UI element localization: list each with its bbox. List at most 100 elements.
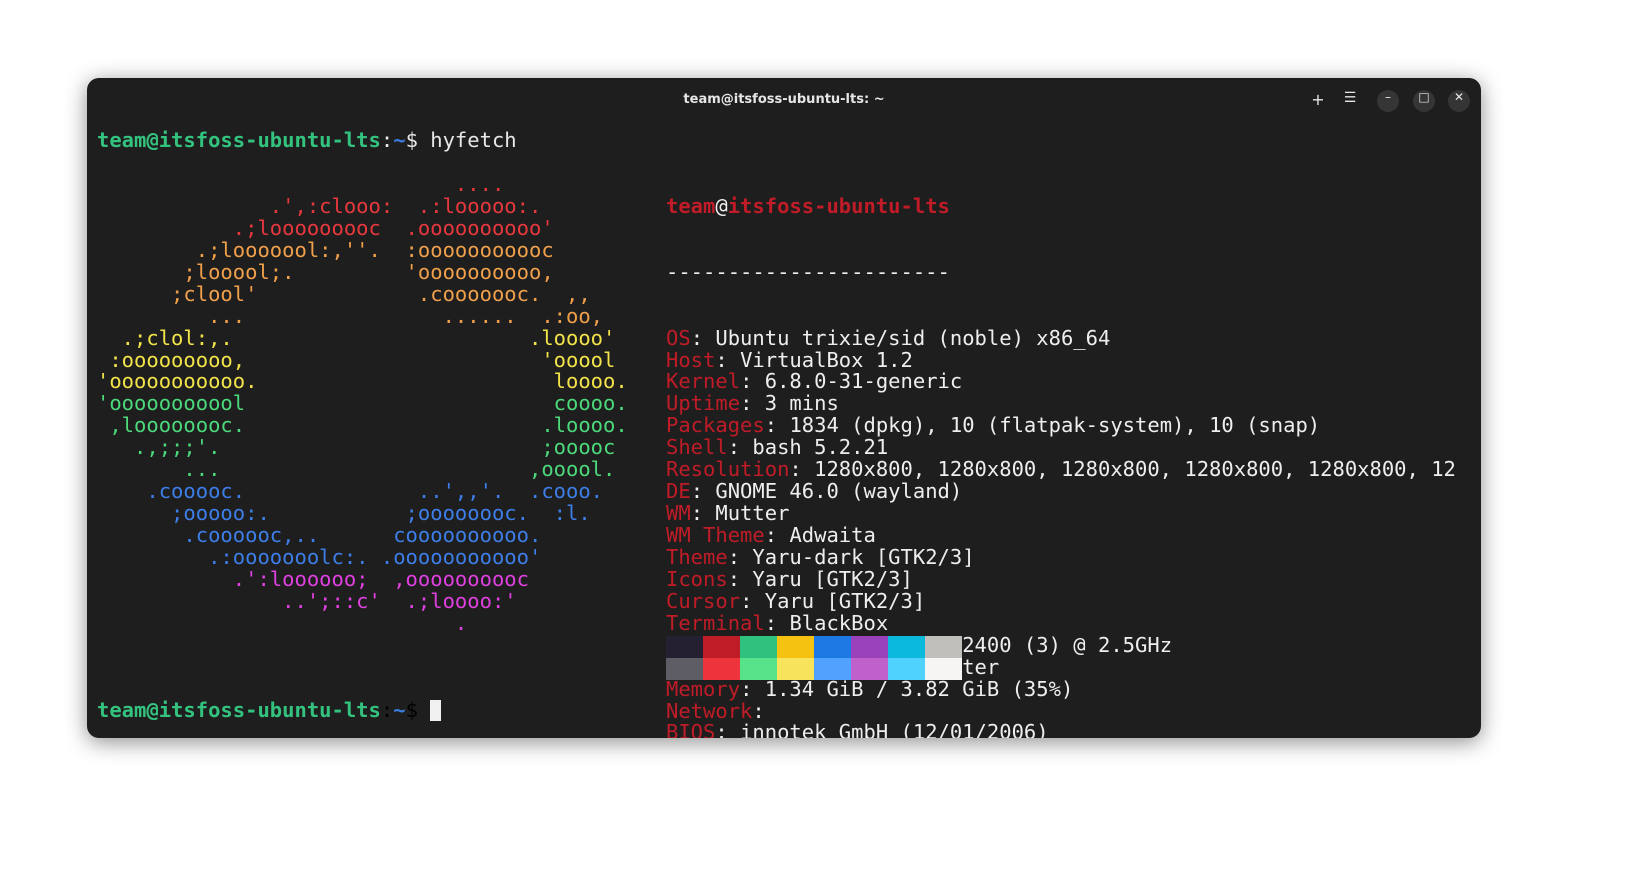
info-row: Network:: [666, 698, 1456, 723]
prompt-symbol: $: [405, 698, 431, 722]
info-colon: :: [690, 479, 716, 504]
info-value: GNOME 46.0 (wayland): [715, 479, 963, 504]
ascii-art-line: .: [97, 610, 468, 635]
info-row: WM Theme: Adwaita: [666, 523, 1456, 548]
palette-swatch: [888, 636, 925, 658]
info-colon: :: [740, 588, 765, 613]
palette-swatch: [666, 658, 703, 680]
info-row: Packages: 1834 (dpkg), 10 (flatpak-syste…: [666, 413, 1456, 438]
active-prompt[interactable]: team@itsfoss-ubuntu-lts:~$: [97, 698, 442, 722]
info-colon: :: [727, 566, 753, 591]
info-separator: -----------------------: [666, 259, 950, 284]
info-row: Memory: 1.34 GiB / 3.82 GiB (35%): [666, 676, 1456, 701]
new-tab-button[interactable]: +: [1307, 90, 1329, 112]
prompt-sep: :: [380, 698, 394, 722]
ascii-art-line: ..';::c' .;loooo:': [97, 588, 517, 613]
menu-button[interactable]: ☰: [1339, 90, 1361, 112]
ascii-art-line: ;clool' .cooooooc. ,,: [97, 281, 591, 306]
info-key: Network: [666, 698, 753, 723]
palette-swatch: [851, 636, 888, 658]
ascii-art-line: .',:clooo: .:looooo:.: [97, 193, 542, 218]
command-line: team@itsfoss-ubuntu-lts:~$ hyfetch: [97, 128, 517, 152]
ascii-art-line: ....: [97, 172, 505, 196]
info-row: Uptime: 3 mins: [666, 392, 1456, 415]
ascii-art-line: 'ooooooooooo. loooo.: [97, 369, 628, 394]
palette-swatch: [925, 636, 962, 658]
info-colon: :: [715, 720, 741, 738]
prompt-user-host: team@itsfoss-ubuntu-lts: [97, 128, 381, 152]
info-row: OS: Ubuntu trixie/sid (noble) x86_64: [666, 325, 1456, 350]
palette-swatch: [851, 658, 888, 680]
title-bar[interactable]: team@itsfoss-ubuntu-lts: ~ + ☰ – □ ✕: [87, 78, 1481, 124]
ascii-art-line: ;ooooo:. ;oooooooc. :l.: [97, 501, 591, 526]
info-colon: :: [715, 347, 741, 372]
palette-swatch: [703, 636, 740, 658]
info-key: Theme: [666, 544, 728, 569]
info-row: Resolution: 1280x800, 1280x800, 1280x800…: [666, 457, 1456, 482]
info-row: DE: GNOME 46.0 (wayland): [666, 479, 1456, 504]
command-text: hyfetch: [430, 128, 517, 152]
ascii-art-line: .;clol:,. .loooo': [97, 325, 616, 350]
palette-swatch: [777, 658, 814, 680]
info-row: Host: VirtualBox 1.2: [666, 347, 1456, 372]
info-key: OS: [666, 325, 691, 350]
info-value: 1280x800, 1280x800, 1280x800, 1280x800, …: [814, 457, 1456, 482]
ascii-art-line: ... ...... .:oo,: [97, 303, 604, 328]
palette-swatch: [703, 658, 740, 680]
prompt-user-host: team@itsfoss-ubuntu-lts: [97, 698, 381, 722]
info-key: Resolution: [666, 457, 790, 482]
info-colon: :: [752, 698, 778, 723]
info-colon: :: [727, 435, 753, 460]
info-key: Packages: [666, 413, 765, 438]
info-key: Kernel: [666, 369, 741, 394]
close-button[interactable]: ✕: [1448, 90, 1470, 112]
info-row: Terminal: BlackBox: [666, 610, 1456, 635]
ascii-art-line: .coooooc,.. coooooooooo.: [97, 523, 542, 547]
palette-swatch: [777, 636, 814, 658]
text-cursor: [430, 700, 442, 721]
palette-swatch: [925, 658, 962, 680]
info-colon: :: [764, 413, 790, 438]
info-user: team: [666, 193, 716, 218]
maximize-button[interactable]: □: [1413, 90, 1435, 112]
prompt-symbol: $: [405, 128, 431, 152]
info-colon: :: [690, 501, 716, 526]
info-value: Adwaita: [789, 523, 876, 548]
info-colon: :: [740, 676, 765, 701]
ascii-art-line: .,;;;'. ;ooooc: [97, 435, 616, 460]
info-value: Mutter: [715, 501, 790, 526]
info-key: Host: [666, 347, 716, 372]
info-key: BIOS: [666, 720, 716, 738]
info-value: Yaru [GTK2/3]: [752, 566, 913, 591]
palette-swatch: [888, 658, 925, 680]
terminal-window: team@itsfoss-ubuntu-lts: ~ + ☰ – □ ✕ tea…: [87, 78, 1481, 738]
ascii-art-line: .':loooooo; ,oooooooooc: [97, 566, 529, 591]
ascii-logo: .... .',:clooo: .:looooo:. .;looooooooc …: [97, 172, 628, 635]
info-colon: :: [764, 523, 790, 548]
info-row: Icons: Yaru [GTK2/3]: [666, 566, 1456, 591]
info-colon: :: [789, 457, 815, 482]
info-row: Cursor: Yaru [GTK2/3]: [666, 588, 1456, 613]
info-row: WM: Mutter: [666, 501, 1456, 526]
prompt-path: ~: [393, 128, 406, 152]
info-key: WM Theme: [666, 523, 765, 548]
palette-swatch: [814, 636, 851, 658]
info-key: DE: [666, 479, 691, 504]
prompt-sep: :: [380, 128, 394, 152]
info-row: Theme: Yaru-dark [GTK2/3]: [666, 544, 1456, 569]
window-title: team@itsfoss-ubuntu-lts: ~: [683, 92, 885, 107]
info-row: Shell: bash 5.2.21: [666, 435, 1456, 460]
palette-swatch: [740, 636, 777, 658]
info-key: Terminal: [666, 610, 765, 635]
ascii-art-line: :ooooooooo, 'ooool: [97, 347, 616, 372]
info-at: @: [715, 193, 728, 218]
info-row: BIOS: innotek GmbH (12/01/2006): [666, 720, 1456, 738]
minimize-button[interactable]: –: [1377, 90, 1399, 112]
info-key: Cursor: [666, 588, 741, 613]
info-value: 1834 (dpkg), 10 (flatpak-system), 10 (sn…: [789, 413, 1321, 438]
info-key: Memory: [666, 676, 741, 701]
info-colon: :: [764, 610, 790, 635]
ascii-art-line: 'ooooooooool coooo.: [97, 391, 628, 416]
info-key: Shell: [666, 435, 728, 460]
info-host: itsfoss-ubuntu-lts: [727, 193, 950, 218]
